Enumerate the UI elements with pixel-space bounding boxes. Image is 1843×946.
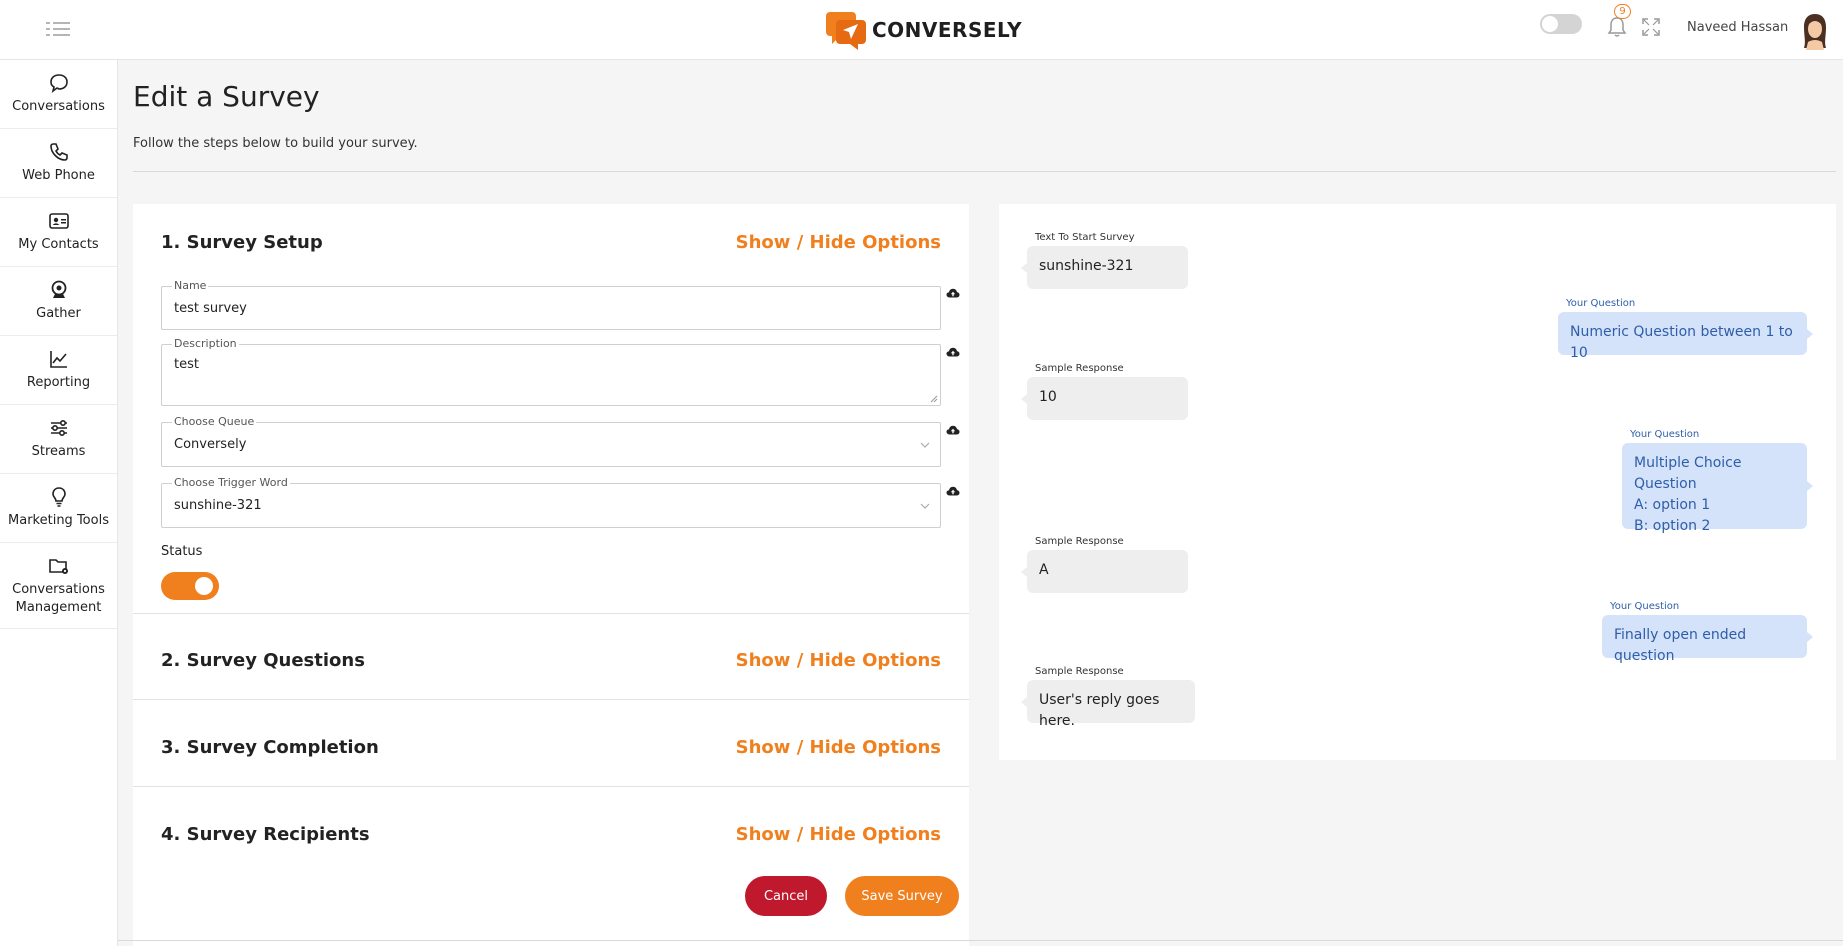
section-title: 2. Survey Questions (161, 650, 365, 671)
header-divider (133, 171, 1836, 172)
sidebar-item-my-contacts[interactable]: My Contacts (0, 198, 117, 267)
queue-select[interactable]: Choose Queue Conversely (161, 415, 941, 467)
page-title: Edit a Survey (133, 80, 320, 113)
cloud-upload-icon[interactable] (946, 347, 960, 357)
contact-card-icon (48, 213, 69, 229)
section-title: 3. Survey Completion (161, 737, 379, 758)
footer-divider (118, 940, 1843, 941)
lightbulb-icon (51, 487, 66, 507)
description-input[interactable]: test (174, 345, 914, 405)
bubble-label: Sample Response (1035, 536, 1124, 547)
avatar[interactable] (1800, 12, 1830, 50)
start-survey-bubble: sunshine-321 (1021, 246, 1188, 289)
status-label: Status (161, 544, 203, 559)
chat-bubble-icon (49, 74, 68, 93)
show-hide-options-link[interactable]: Show / Hide Options (736, 650, 941, 671)
user-name[interactable]: Naveed Hassan (1687, 20, 1788, 35)
sidebar-item-conversations-management[interactable]: Conversations Management (0, 543, 117, 629)
sidebar-item-reporting[interactable]: Reporting (0, 336, 117, 405)
line-chart-icon (49, 351, 67, 368)
queue-selected-value: Conversely (174, 437, 247, 452)
notification-badge: 9 (1614, 4, 1631, 19)
show-hide-options-link[interactable]: Show / Hide Options (736, 824, 941, 845)
save-survey-button[interactable]: Save Survey (845, 876, 959, 916)
sidebar-item-marketing-tools[interactable]: Marketing Tools (0, 474, 117, 543)
resize-handle-icon[interactable] (930, 395, 938, 403)
bubble-label: Sample Response (1035, 666, 1124, 677)
brand-name: CONVERSELY (872, 18, 1023, 42)
bubble-label: Your Question (1630, 429, 1700, 440)
logo-icon (826, 12, 866, 50)
cloud-upload-icon[interactable] (946, 425, 960, 435)
bubble-label: Your Question (1566, 298, 1636, 309)
bubble-label: Text To Start Survey (1035, 232, 1135, 243)
survey-preview-card: Text To Start Survey sunshine-321 Your Q… (999, 204, 1836, 760)
name-input[interactable] (174, 287, 914, 329)
menu-toggle-icon[interactable] (46, 20, 70, 38)
top-bar: CONVERSELY 9 Naveed Hassan (0, 0, 1843, 60)
section-title: 4. Survey Recipients (161, 824, 370, 845)
question-bubble: Finally open ended question (1602, 615, 1813, 664)
cancel-button[interactable]: Cancel (745, 876, 827, 916)
cloud-upload-icon[interactable] (946, 288, 960, 298)
bubble-label: Your Question (1610, 601, 1680, 612)
sidebar-item-gather[interactable]: Gather (0, 267, 117, 336)
sidebar-item-streams[interactable]: Streams (0, 405, 117, 474)
chevron-down-icon (920, 503, 930, 509)
theme-toggle[interactable] (1540, 14, 1582, 34)
page-subtitle: Follow the steps below to build your sur… (133, 136, 418, 151)
cloud-upload-icon[interactable] (946, 486, 960, 496)
trigger-word-selected-value: sunshine-321 (174, 498, 262, 513)
name-field: Name (161, 279, 941, 330)
status-toggle[interactable] (161, 572, 219, 600)
section-survey-setup: 1. Survey Setup Show / Hide Options Name… (133, 204, 969, 614)
survey-form-card: 1. Survey Setup Show / Hide Options Name… (133, 204, 969, 946)
sidebar-item-conversations[interactable]: Conversations (0, 60, 117, 129)
folder-gear-icon (48, 558, 68, 574)
bubble-label: Sample Response (1035, 363, 1124, 374)
fullscreen-icon[interactable] (1642, 18, 1660, 36)
section-title: 1. Survey Setup (161, 232, 323, 253)
phone-icon (49, 143, 68, 161)
brand-logo[interactable]: CONVERSELY (824, 10, 1022, 50)
section-survey-recipients: 4. Survey Recipients Show / Hide Options (133, 788, 969, 874)
sliders-icon (50, 419, 67, 437)
chevron-down-icon (920, 442, 930, 448)
response-bubble: User's reply goes here. (1021, 680, 1195, 729)
sidebar-item-web-phone[interactable]: Web Phone (0, 129, 117, 198)
response-bubble: 10 (1021, 377, 1188, 420)
response-bubble: A (1021, 550, 1188, 593)
bell-icon[interactable] (1607, 16, 1627, 38)
section-survey-completion: 3. Survey Completion Show / Hide Options (133, 701, 969, 787)
section-survey-questions: 2. Survey Questions Show / Hide Options (133, 614, 969, 700)
show-hide-options-link[interactable]: Show / Hide Options (736, 737, 941, 758)
sidebar: Conversations Web Phone My Contacts Gath… (0, 60, 118, 946)
trigger-word-select[interactable]: Choose Trigger Word sunshine-321 (161, 476, 941, 528)
webcam-icon (51, 280, 66, 298)
question-bubble: Numeric Question between 1 to 10 (1558, 312, 1813, 361)
question-bubble: Multiple Choice Question A: option 1 B: … (1622, 443, 1813, 534)
show-hide-options-link[interactable]: Show / Hide Options (736, 232, 941, 253)
description-field: Description test (161, 337, 941, 406)
